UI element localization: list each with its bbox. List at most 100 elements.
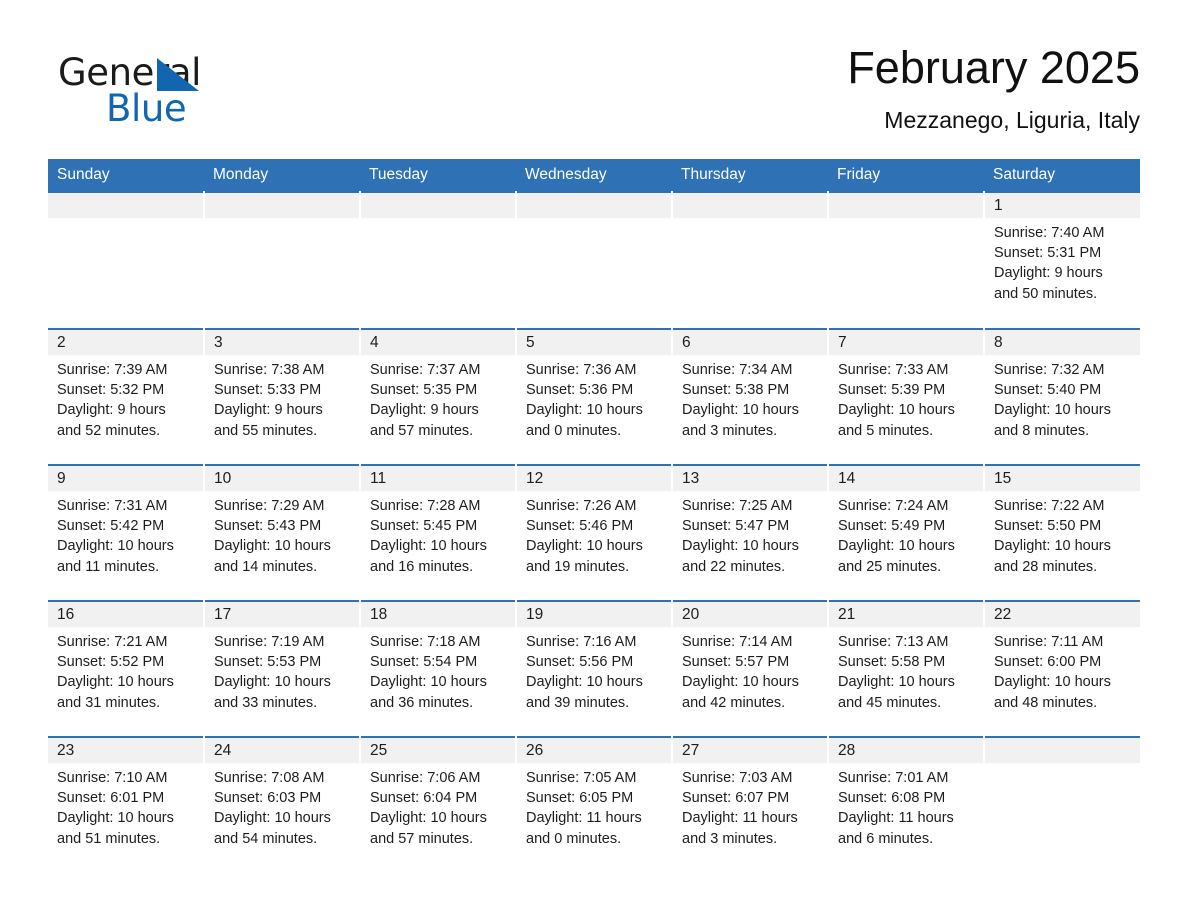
- daylight-text-line2: and 0 minutes.: [526, 422, 622, 439]
- calendar-day-cell[interactable]: 15 Sunrise: 7:22 AM Sunset: 5:50 PM Dayligh…: [984, 464, 1140, 601]
- calendar-day-cell[interactable]: 25 Sunrise: 7:06 AM Sunset: 6:04 PM Dayligh…: [360, 736, 517, 872]
- general-blue-logo[interactable]: General Blue: [58, 52, 318, 142]
- calendar-day-cell[interactable]: 18 Sunrise: 7:18 AM Sunset: 5:54 PM Dayligh…: [360, 600, 517, 737]
- day-cell-inner: 12 Sunrise: 7:26 AM Sunset: 5:46 PM Dayligh…: [517, 466, 671, 600]
- calendar-day-cell[interactable]: 11 Sunrise: 7:28 AM Sunset: 5:45 PM Dayligh…: [360, 464, 517, 601]
- calendar-week-row: 16 Sunrise: 7:21 AM Sunset: 5:52 PM Dayligh…: [48, 600, 1140, 737]
- day-number: [48, 193, 203, 218]
- sunrise-text: Sunrise: 7:38 AM: [214, 362, 325, 378]
- day-number: 4: [361, 330, 515, 355]
- calendar-day-cell[interactable]: 13 Sunrise: 7:25 AM Sunset: 5:47 PM Dayligh…: [672, 464, 829, 601]
- calendar-day-cell[interactable]: 23 Sunrise: 7:10 AM Sunset: 6:01 PM Dayligh…: [48, 736, 205, 872]
- calendar-day-cell[interactable]: 5 Sunrise: 7:36 AM Sunset: 5:36 PM Daylight…: [516, 328, 673, 465]
- sunrise-text: Sunrise: 7:33 AM: [838, 362, 949, 378]
- daylight-text-line2: and 28 minutes.: [994, 558, 1098, 575]
- day-number: 24: [205, 738, 359, 763]
- day-number: 18: [361, 602, 515, 627]
- sunset-text: Sunset: 5:31 PM: [994, 245, 1102, 262]
- sunrise-text: Sunrise: 7:10 AM: [57, 770, 168, 786]
- calendar-day-cell[interactable]: 20 Sunrise: 7:14 AM Sunset: 5:57 PM Dayligh…: [672, 600, 829, 737]
- calendar-day-cell[interactable]: 10 Sunrise: 7:29 AM Sunset: 5:43 PM Dayligh…: [204, 464, 361, 601]
- calendar-day-cell[interactable]: 24 Sunrise: 7:08 AM Sunset: 6:03 PM Dayligh…: [204, 736, 361, 872]
- sunset-text: Sunset: 5:54 PM: [370, 654, 478, 671]
- daylight-text-line1: Daylight: 11 hours: [682, 810, 798, 827]
- sunset-text: Sunset: 5:39 PM: [838, 382, 946, 399]
- day-number: 25: [361, 738, 515, 763]
- calendar-day-cell[interactable]: 2 Sunrise: 7:39 AM Sunset: 5:32 PM Daylight…: [48, 328, 205, 465]
- sunrise-text: Sunrise: 7:14 AM: [682, 634, 793, 650]
- day-details: Sunrise: 7:31 AM Sunset: 5:42 PM Daylight:…: [48, 491, 203, 577]
- weekday-header-friday: Friday: [828, 159, 984, 192]
- daylight-text-line2: and 6 minutes.: [838, 830, 934, 847]
- calendar-day-cell[interactable]: 14 Sunrise: 7:24 AM Sunset: 5:49 PM Dayligh…: [828, 464, 985, 601]
- day-cell-inner: 3 Sunrise: 7:38 AM Sunset: 5:33 PM Daylight…: [205, 330, 359, 464]
- calendar-day-cell[interactable]: 4 Sunrise: 7:37 AM Sunset: 5:35 PM Daylight…: [360, 328, 517, 465]
- sunrise-text: Sunrise: 7:06 AM: [370, 770, 481, 786]
- day-details: Sunrise: 7:10 AM Sunset: 6:01 PM Daylight:…: [48, 763, 203, 849]
- day-number: 16: [48, 602, 203, 627]
- sunrise-text: Sunrise: 7:31 AM: [57, 498, 168, 514]
- day-details: Sunrise: 7:32 AM Sunset: 5:40 PM Daylight:…: [985, 355, 1140, 441]
- calendar-day-cell[interactable]: 6 Sunrise: 7:34 AM Sunset: 5:38 PM Daylight…: [672, 328, 829, 465]
- calendar-week-row: 23 Sunrise: 7:10 AM Sunset: 6:01 PM Dayligh…: [48, 736, 1140, 872]
- daylight-text-line2: and 42 minutes.: [682, 694, 786, 711]
- day-details: Sunrise: 7:13 AM Sunset: 5:58 PM Daylight:…: [829, 627, 983, 713]
- sunset-text: Sunset: 5:50 PM: [994, 518, 1102, 535]
- day-details: Sunrise: 7:39 AM Sunset: 5:32 PM Daylight:…: [48, 355, 203, 441]
- day-number: 7: [829, 330, 983, 355]
- day-cell-inner: 21 Sunrise: 7:13 AM Sunset: 5:58 PM Dayligh…: [829, 602, 983, 736]
- daylight-text-line1: Daylight: 9 hours: [57, 402, 166, 419]
- day-cell-inner: 28 Sunrise: 7:01 AM Sunset: 6:08 PM Dayligh…: [829, 738, 983, 872]
- day-cell-inner: 20 Sunrise: 7:14 AM Sunset: 5:57 PM Dayligh…: [673, 602, 827, 736]
- day-number: [829, 193, 983, 218]
- calendar-day-cell[interactable]: 27 Sunrise: 7:03 AM Sunset: 6:07 PM Dayligh…: [672, 736, 829, 872]
- sunrise-text: Sunrise: 7:18 AM: [370, 634, 481, 650]
- day-details: Sunrise: 7:33 AM Sunset: 5:39 PM Daylight:…: [829, 355, 983, 441]
- day-details: Sunrise: 7:28 AM Sunset: 5:45 PM Daylight:…: [361, 491, 515, 577]
- calendar-day-cell[interactable]: 26 Sunrise: 7:05 AM Sunset: 6:05 PM Dayligh…: [516, 736, 673, 872]
- calendar-day-cell[interactable]: 16 Sunrise: 7:21 AM Sunset: 5:52 PM Dayligh…: [48, 600, 205, 737]
- sunrise-text: Sunrise: 7:24 AM: [838, 498, 949, 514]
- sunrise-text: Sunrise: 7:36 AM: [526, 362, 637, 378]
- calendar-day-cell[interactable]: 28 Sunrise: 7:01 AM Sunset: 6:08 PM Dayligh…: [828, 736, 985, 872]
- daylight-text-line1: Daylight: 10 hours: [57, 674, 174, 691]
- daylight-text-line2: and 3 minutes.: [682, 830, 778, 847]
- day-details: Sunrise: 7:19 AM Sunset: 5:53 PM Daylight:…: [205, 627, 359, 713]
- day-cell-inner: 9 Sunrise: 7:31 AM Sunset: 5:42 PM Daylight…: [48, 466, 203, 600]
- weekday-header-sunday: Sunday: [48, 159, 204, 192]
- sunset-text: Sunset: 5:32 PM: [57, 382, 165, 399]
- sunset-text: Sunset: 5:43 PM: [214, 518, 322, 535]
- calendar-day-cell[interactable]: 17 Sunrise: 7:19 AM Sunset: 5:53 PM Dayligh…: [204, 600, 361, 737]
- day-details: Sunrise: 7:25 AM Sunset: 5:47 PM Daylight:…: [673, 491, 827, 577]
- day-number: 11: [361, 466, 515, 491]
- daylight-text-line1: Daylight: 11 hours: [526, 810, 642, 827]
- sunrise-text: Sunrise: 7:28 AM: [370, 498, 481, 514]
- sunset-text: Sunset: 5:46 PM: [526, 518, 634, 535]
- day-details: Sunrise: 7:22 AM Sunset: 5:50 PM Daylight:…: [985, 491, 1140, 577]
- calendar-week-row: 9 Sunrise: 7:31 AM Sunset: 5:42 PM Daylight…: [48, 464, 1140, 601]
- calendar-day-cell[interactable]: 8 Sunrise: 7:32 AM Sunset: 5:40 PM Daylight…: [984, 328, 1140, 465]
- calendar-day-cell[interactable]: 7 Sunrise: 7:33 AM Sunset: 5:39 PM Daylight…: [828, 328, 985, 465]
- calendar-day-cell[interactable]: 1 Sunrise: 7:40 AM Sunset: 5:31 PM Daylight…: [984, 191, 1140, 329]
- day-details: [673, 218, 827, 223]
- daylight-text-line2: and 0 minutes.: [526, 830, 622, 847]
- day-number: 23: [48, 738, 203, 763]
- calendar-day-cell[interactable]: 19 Sunrise: 7:16 AM Sunset: 5:56 PM Dayligh…: [516, 600, 673, 737]
- calendar-day-cell[interactable]: 3 Sunrise: 7:38 AM Sunset: 5:33 PM Daylight…: [204, 328, 361, 465]
- calendar-day-cell[interactable]: 21 Sunrise: 7:13 AM Sunset: 5:58 PM Dayligh…: [828, 600, 985, 737]
- day-cell-inner: 23 Sunrise: 7:10 AM Sunset: 6:01 PM Dayligh…: [48, 738, 203, 872]
- day-cell-inner: 27 Sunrise: 7:03 AM Sunset: 6:07 PM Dayligh…: [673, 738, 827, 872]
- sunset-text: Sunset: 6:01 PM: [57, 790, 165, 807]
- calendar-day-cell[interactable]: 12 Sunrise: 7:26 AM Sunset: 5:46 PM Dayligh…: [516, 464, 673, 601]
- sunset-text: Sunset: 5:56 PM: [526, 654, 634, 671]
- calendar-day-cell[interactable]: 22 Sunrise: 7:11 AM Sunset: 6:00 PM Dayligh…: [984, 600, 1140, 737]
- day-details: Sunrise: 7:08 AM Sunset: 6:03 PM Daylight:…: [205, 763, 359, 849]
- day-details: [48, 218, 203, 223]
- day-number: [517, 193, 671, 218]
- day-details: Sunrise: 7:21 AM Sunset: 5:52 PM Daylight:…: [48, 627, 203, 713]
- day-cell-inner: 10 Sunrise: 7:29 AM Sunset: 5:43 PM Dayligh…: [205, 466, 359, 600]
- day-details: Sunrise: 7:40 AM Sunset: 5:31 PM Daylight:…: [985, 218, 1140, 304]
- day-details: Sunrise: 7:11 AM Sunset: 6:00 PM Daylight:…: [985, 627, 1140, 713]
- calendar-day-cell[interactable]: 9 Sunrise: 7:31 AM Sunset: 5:42 PM Daylight…: [48, 464, 205, 601]
- daylight-text-line2: and 39 minutes.: [526, 694, 630, 711]
